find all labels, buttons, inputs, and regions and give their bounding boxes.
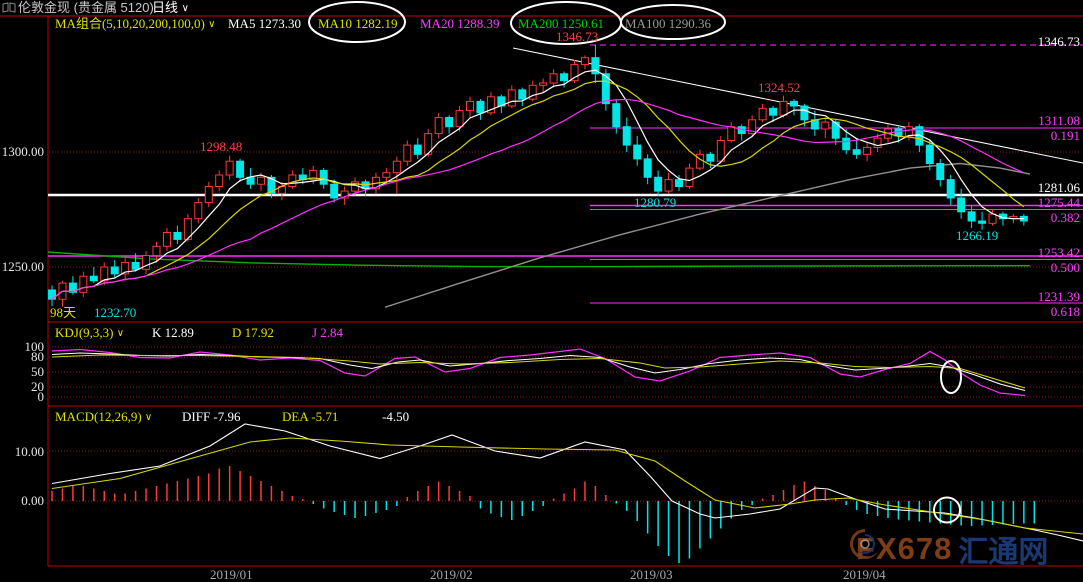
ma5-value: MA5 1273.30 [228,16,301,31]
fib-ratio-label: 0.618 [1050,304,1080,319]
macd-axis-label: 0.00 [21,493,44,508]
fib-price-label: 1253.42 [1037,245,1080,260]
timeframe-label: 日线 [152,0,179,15]
swing-low-label: 1280.79 [634,195,677,210]
chevron-down-icon: ∨ [208,19,216,30]
macd-bar-value: -4.50 [382,409,410,424]
kdj-j-value: J 2.84 [312,325,344,340]
swing-high-label: 1324.52 [758,80,801,95]
kdj-title: KDJ(9,3,3) [55,325,114,340]
kdj-axis-label: 0 [37,389,45,404]
period-days-label: 98天 [50,305,77,320]
chevron-down-icon: ∨ [144,412,153,423]
x-axis-label: 2019/03 [630,567,673,582]
y-axis-label: 1300.00 [1,144,44,159]
fib-price-label: 1231.39 [1037,289,1080,304]
kdj-k-value: K 12.89 [152,325,194,340]
kdj-axis-label: 50 [31,364,44,379]
swing-high-label: 1298.48 [200,139,243,154]
watermark: FX678 汇通网 [848,527,1048,571]
kdj-axis-label: 80 [31,349,44,364]
kdj-d-value: D 17.92 [232,325,274,340]
ma-group-label: MA组合(5,10,20,200,100,0) [55,16,205,31]
x-axis-label: 2019/01 [210,567,253,582]
ma-group-dropdown[interactable]: MA组合(5,10,20,200,100,0) ∨ [55,17,215,33]
macd-diff-value: DIFF -7.96 [182,409,241,424]
current-price-label: 1281.06 [1037,180,1080,195]
macd-title: MACD(12,26,9) [55,409,142,424]
chevron-down-icon: ∨ [181,3,189,14]
fib-ratio-label: 0.500 [1050,260,1080,275]
ma20-value: MA20 1288.39 [420,16,500,31]
fib-ratio-label: 0.191 [1050,128,1080,143]
fib-ratio-label: 0.382 [1050,210,1080,225]
macd-dea-value: DEA -5.71 [282,409,339,424]
timeframe-dropdown[interactable]: 日线 ∨ [152,1,189,17]
swing-low-label: 1266.19 [956,228,999,243]
fib-price-label: 1311.08 [1038,113,1080,128]
y-axis-label: 1250.00 [1,259,44,274]
trading-chart-window: 伦敦金现 (贵金属 5120) 日线 ∨ MA组合(5,10,20,200,10… [0,0,1083,582]
chevron-down-icon: ∨ [116,328,125,339]
instrument-title: 伦敦金现 (贵金属 5120) [18,0,154,15]
price-label-high: 1346.73 [1037,34,1080,49]
swing-low-label: 1232.70 [94,305,137,320]
chart-plot-area[interactable] [0,0,1083,582]
macd-dropdown[interactable]: MACD(12,26,9) ∨ [55,410,152,426]
macd-axis-label: 10.00 [14,444,44,459]
ma10-value: MA10 1282.19 [318,16,398,31]
fib-price-label: 1275.44 [1037,195,1080,210]
kdj-dropdown[interactable]: KDJ(9,3,3) ∨ [55,326,124,342]
title-bar: 伦敦金现 (贵金属 5120) 日线 ∨ [0,0,1083,16]
ma100-value: MA100 1290.36 [625,16,711,31]
x-axis-label: 2019/02 [430,567,473,582]
watermark-huitong-text: 汇通网 [958,536,1049,569]
swing-high-label: 1346.73 [556,29,599,44]
